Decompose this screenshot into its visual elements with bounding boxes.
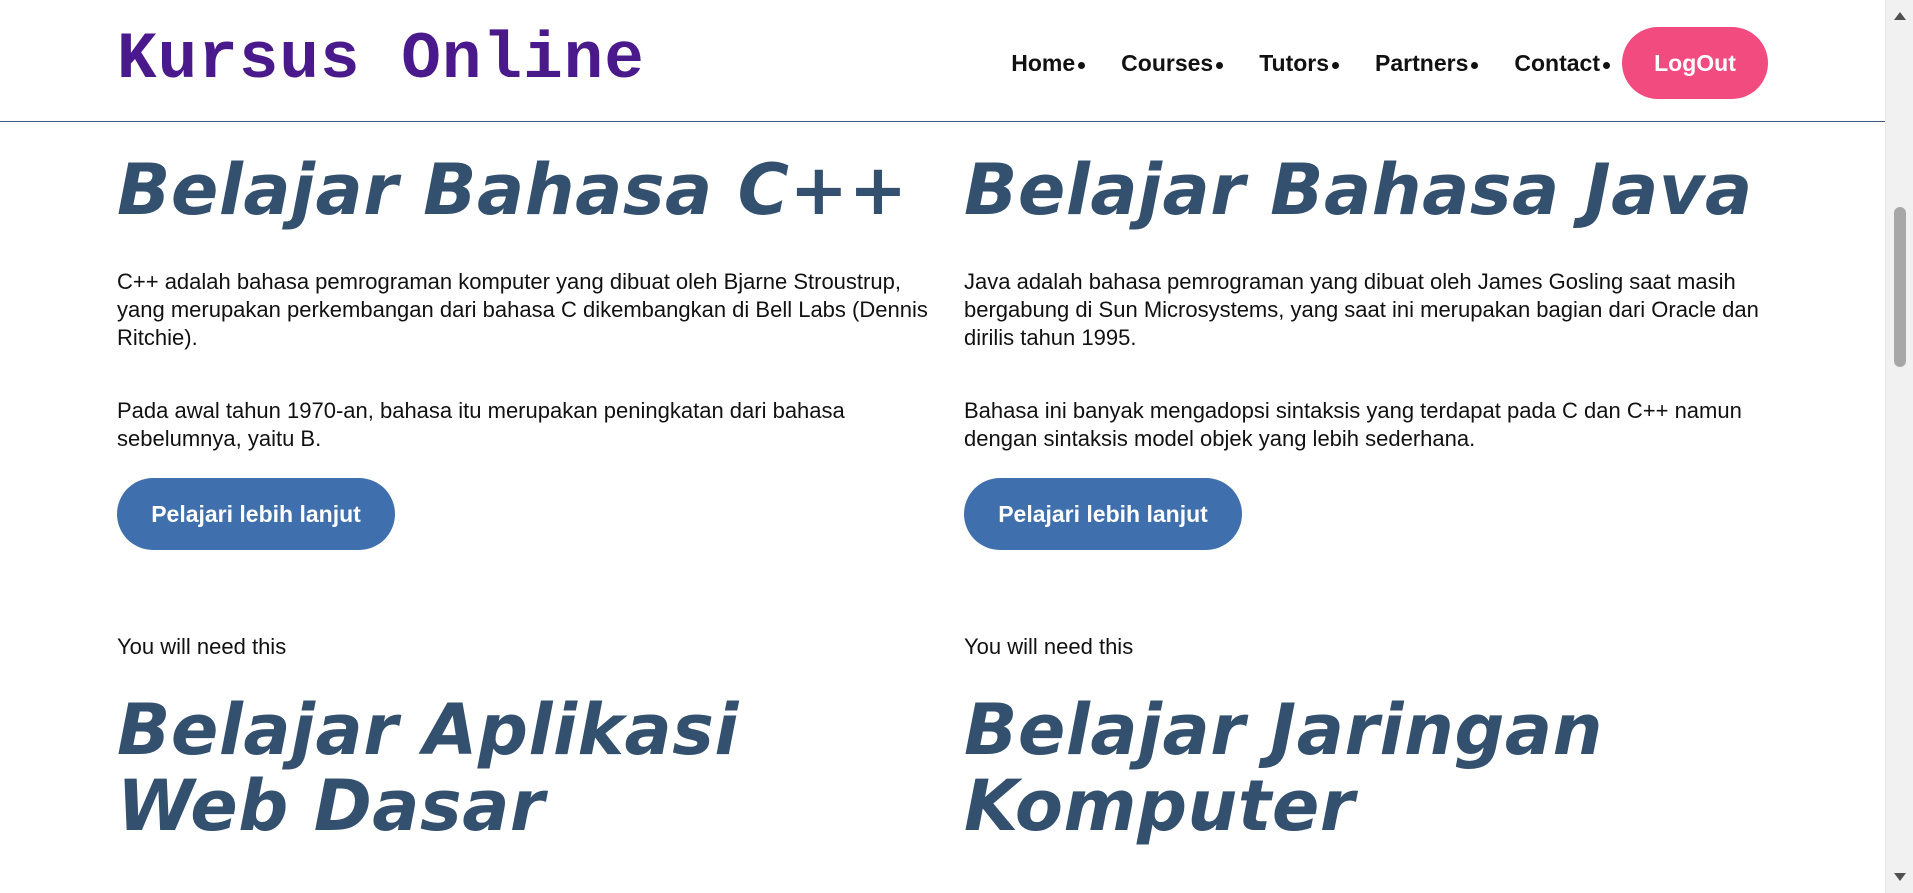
scrollbar-thumb[interactable] — [1894, 207, 1906, 367]
course-title: Belajar Jaringan Komputer — [964, 689, 1603, 847]
course-footer-text: You will need this — [964, 634, 1134, 659]
dot-icon — [1603, 61, 1610, 69]
scroll-up-arrow-icon[interactable] — [1894, 12, 1906, 20]
dot-icon — [1216, 61, 1224, 69]
nav-courses-label: Courses — [1121, 49, 1214, 76]
learn-more-button[interactable]: Pelajari lebih lanjut — [117, 478, 395, 550]
course-description: Bahasa ini banyak mengadopsi sintaksis y… — [964, 398, 1742, 451]
nav-contact-label: Contact — [1514, 49, 1600, 76]
site-header: Kursus Online Home Courses Tutors Partne… — [0, 0, 1885, 122]
nav-tutors-label: Tutors — [1259, 49, 1330, 76]
course-footer-text: You will need this — [117, 634, 287, 659]
nav-courses[interactable]: Courses — [1121, 49, 1224, 77]
course-description: Java adalah bahasa pemrograman yang dibu… — [964, 269, 1759, 350]
course-title: Belajar Bahasa Java — [964, 149, 1753, 231]
nav-tutors[interactable]: Tutors — [1259, 49, 1340, 77]
course-title: Belajar Bahasa C++ — [117, 149, 908, 231]
nav-home-label: Home — [1011, 49, 1076, 76]
course-description: Pada awal tahun 1970-an, bahasa itu meru… — [117, 398, 845, 451]
scroll-down-arrow-icon[interactable] — [1894, 873, 1906, 881]
nav-partners[interactable]: Partners — [1375, 49, 1479, 77]
nav-home[interactable]: Home — [1011, 49, 1086, 77]
viewport: Kursus Online Home Courses Tutors Partne… — [0, 0, 1913, 893]
dot-icon — [1471, 61, 1479, 69]
course-card-java: Belajar Bahasa Java Java adalah bahasa p… — [964, 152, 1784, 660]
main-nav: Home Courses Tutors Partners Contact Log… — [1011, 26, 1768, 100]
nav-partners-label: Partners — [1375, 49, 1469, 76]
course-title: Belajar Aplikasi Web Dasar — [117, 689, 739, 847]
site-logo[interactable]: Kursus Online — [117, 22, 645, 98]
learn-more-button[interactable]: Pelajari lebih lanjut — [964, 478, 1242, 550]
logout-button[interactable]: LogOut — [1622, 27, 1768, 99]
nav-contact[interactable]: Contact — [1514, 50, 1610, 77]
dot-icon — [1078, 61, 1086, 69]
course-description: C++ adalah bahasa pemrograman komputer y… — [117, 269, 928, 350]
course-card-cpp: Belajar Bahasa C++ C++ adalah bahasa pem… — [117, 152, 937, 660]
page-scrollbar[interactable] — [1885, 0, 1913, 893]
dot-icon — [1332, 61, 1340, 69]
course-card-network: Belajar Jaringan Komputer — [964, 692, 1784, 844]
course-card-web: Belajar Aplikasi Web Dasar — [117, 692, 937, 844]
